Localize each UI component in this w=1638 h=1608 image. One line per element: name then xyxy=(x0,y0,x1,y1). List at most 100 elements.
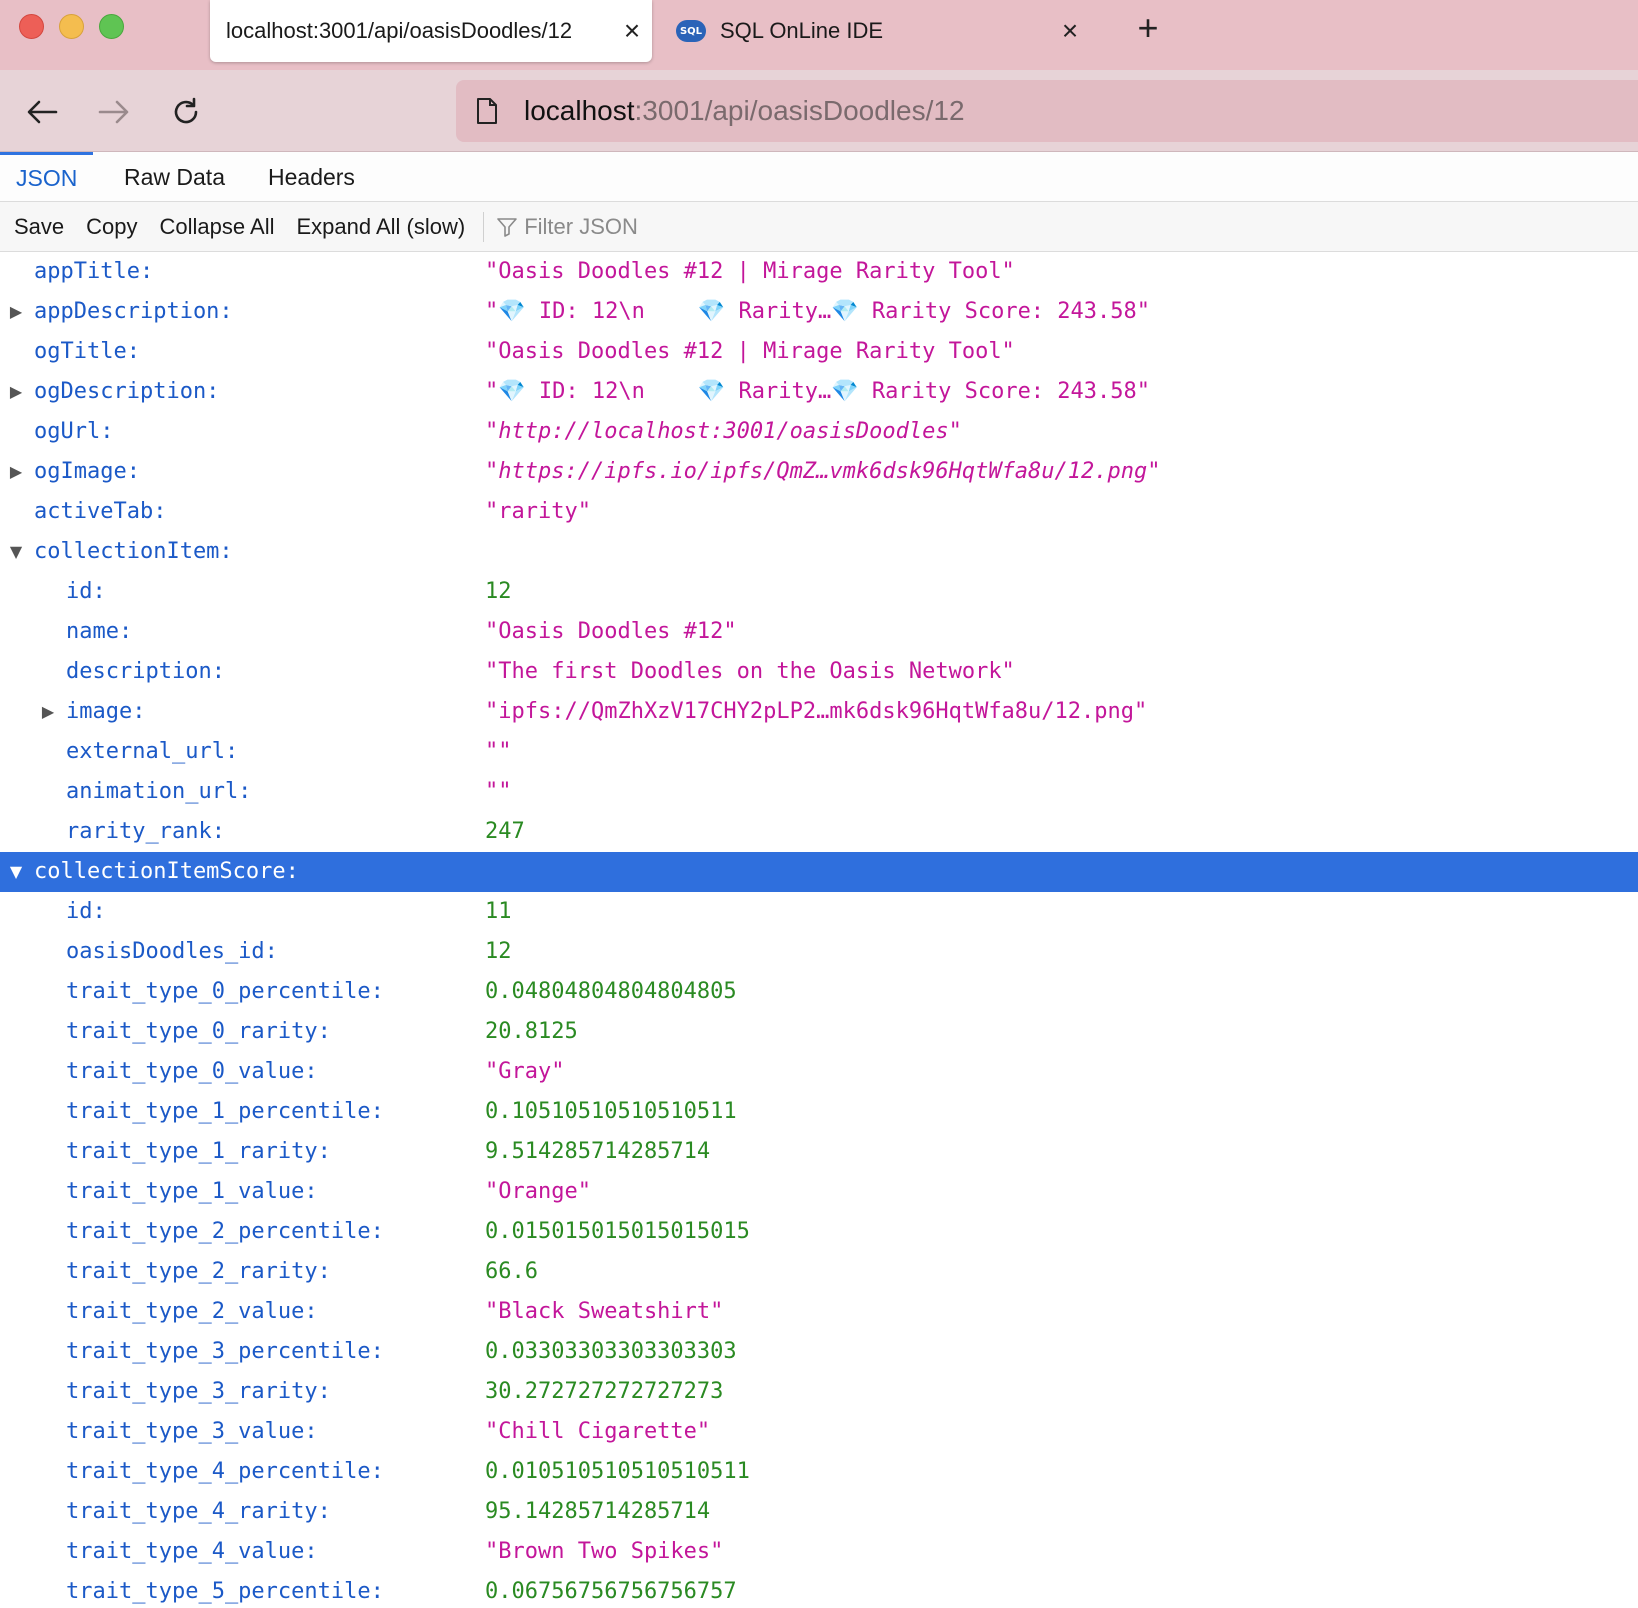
json-value: "" xyxy=(485,739,512,764)
json-value: "Oasis Doodles #12 | Mirage Rarity Tool" xyxy=(485,259,1015,284)
json-row-collectionitemscore[interactable]: ▼ collectionItemScore: xyxy=(0,852,1638,892)
json-row-ogdescription[interactable]: ▶ ogDescription: "💎 ID: 12\n 💎 Rarity…💎 … xyxy=(0,372,1638,412)
json-row[interactable]: trait_type_4_percentile: 0.0105105105105… xyxy=(0,1452,1638,1492)
json-key: external_url: xyxy=(66,739,239,764)
json-row[interactable]: trait_type_1_rarity: 9.514285714285714 xyxy=(0,1132,1638,1172)
json-link[interactable]: https://ipfs.io/ipfs/QmZ…vmk6dsk96HqtWfa… xyxy=(498,459,1147,484)
json-row[interactable]: trait_type_3_rarity: 30.272727272727273 xyxy=(0,1372,1638,1412)
json-key: rarity_rank: xyxy=(66,819,225,844)
json-value: 9.514285714285714 xyxy=(485,1139,711,1164)
json-key: trait_type_3_rarity: xyxy=(66,1379,331,1404)
json-link[interactable]: http://localhost:3001/oasisDoodles xyxy=(498,419,948,444)
tab-raw-data[interactable]: Raw Data xyxy=(108,152,241,202)
json-row[interactable]: trait_type_0_value: "Gray" xyxy=(0,1052,1638,1092)
gem-icon: 💎 xyxy=(697,299,726,324)
gem-icon: 💎 xyxy=(498,379,526,404)
collapse-arrow-icon[interactable]: ▼ xyxy=(6,532,26,572)
json-row[interactable]: rarity_rank: 247 xyxy=(0,812,1638,852)
filter-icon xyxy=(497,217,518,237)
json-row[interactable]: description: "The first Doodles on the O… xyxy=(0,652,1638,692)
json-row[interactable]: oasisDoodles_id: 12 xyxy=(0,932,1638,972)
json-row[interactable]: trait_type_0_rarity: 20.8125 xyxy=(0,1012,1638,1052)
json-value: 11 xyxy=(485,899,512,924)
json-key: name: xyxy=(66,619,133,644)
json-key: id: xyxy=(66,899,106,924)
page-icon xyxy=(477,98,497,124)
json-row[interactable]: trait_type_3_value: "Chill Cigarette" xyxy=(0,1412,1638,1452)
json-row-ogimage[interactable]: ▶ ogImage: "https://ipfs.io/ipfs/QmZ…vmk… xyxy=(0,452,1638,492)
json-key: oasisDoodles_id: xyxy=(66,939,278,964)
json-row[interactable]: id: 12 xyxy=(0,572,1638,612)
json-value: 0.06756756756756757 xyxy=(485,1579,737,1604)
json-key: image: xyxy=(66,699,146,724)
browser-tab-sql-ide[interactable]: SQL SQL OnLine IDE × xyxy=(670,0,1090,62)
tab-json[interactable]: JSON xyxy=(0,152,94,202)
minimize-window-button[interactable] xyxy=(59,14,84,39)
json-value: "Oasis Doodles #12 | Mirage Rarity Tool" xyxy=(485,339,1015,364)
save-button[interactable]: Save xyxy=(14,214,64,240)
json-value: "The first Doodles on the Oasis Network" xyxy=(485,659,1015,684)
close-icon[interactable]: × xyxy=(612,17,652,45)
json-row-activetab[interactable]: activeTab: "rarity" xyxy=(0,492,1638,532)
close-icon[interactable]: × xyxy=(1050,17,1090,45)
json-key: trait_type_0_value: xyxy=(66,1059,318,1084)
json-key: trait_type_2_percentile: xyxy=(66,1219,384,1244)
json-row[interactable]: trait_type_5_percentile: 0.0675675675675… xyxy=(0,1572,1638,1608)
json-key: trait_type_4_rarity: xyxy=(66,1499,331,1524)
json-key: trait_type_5_percentile: xyxy=(66,1579,384,1604)
json-row[interactable]: external_url: "" xyxy=(0,732,1638,772)
expand-all-button[interactable]: Expand All (slow) xyxy=(296,214,465,240)
tab-headers[interactable]: Headers xyxy=(252,152,371,202)
new-tab-plus-icon[interactable]: + xyxy=(1128,8,1168,48)
gem-icon: 💎 xyxy=(831,379,859,404)
json-value: 0.10510510510510511 xyxy=(485,1099,737,1124)
json-row[interactable]: trait_type_1_percentile: 0.1051051051051… xyxy=(0,1092,1638,1132)
json-value: 0.03303303303303303 xyxy=(485,1339,737,1364)
json-value: "Oasis Doodles #12" xyxy=(485,619,737,644)
json-row-collectionitem[interactable]: ▼ collectionItem: xyxy=(0,532,1638,572)
json-row[interactable]: id: 11 xyxy=(0,892,1638,932)
json-row[interactable]: trait_type_2_percentile: 0.0150150150150… xyxy=(0,1212,1638,1252)
json-row[interactable]: trait_type_4_rarity: 95.14285714285714 xyxy=(0,1492,1638,1532)
copy-button[interactable]: Copy xyxy=(86,214,137,240)
filter-json-input[interactable]: Filter JSON xyxy=(496,214,638,240)
forward-arrow-icon[interactable] xyxy=(92,90,136,134)
json-value: "http://localhost:3001/oasisDoodles" xyxy=(485,419,962,444)
json-value: "Orange" xyxy=(485,1179,591,1204)
json-key: trait_type_2_value: xyxy=(66,1299,318,1324)
browser-tab-active[interactable]: localhost:3001/api/oasisDoodles/12 × xyxy=(210,0,652,62)
json-toolbar: Save Copy Collapse All Expand All (slow)… xyxy=(0,202,1638,252)
json-row[interactable]: animation_url: "" xyxy=(0,772,1638,812)
expand-arrow-icon[interactable]: ▶ xyxy=(6,372,26,412)
json-tree: appTitle: "Oasis Doodles #12 | Mirage Ra… xyxy=(0,252,1638,1608)
expand-arrow-icon[interactable]: ▶ xyxy=(6,452,26,492)
json-row-ogurl[interactable]: ogUrl: "http://localhost:3001/oasisDoodl… xyxy=(0,412,1638,452)
json-row[interactable]: trait_type_3_percentile: 0.0330330330330… xyxy=(0,1332,1638,1372)
expand-arrow-icon[interactable]: ▶ xyxy=(38,692,58,732)
json-value: "ipfs://QmZhXzV17CHY2pLP2…mk6dsk96HqtWfa… xyxy=(485,699,1148,724)
gem-icon: 💎 xyxy=(498,299,526,324)
json-key: collectionItemScore: xyxy=(34,859,299,884)
navigation-bar: localhost:3001/api/oasisDoodles/12 xyxy=(0,70,1638,152)
json-row-apptitle[interactable]: appTitle: "Oasis Doodles #12 | Mirage Ra… xyxy=(0,252,1638,292)
json-value: 66.6 xyxy=(485,1259,538,1284)
json-row[interactable]: name: "Oasis Doodles #12" xyxy=(0,612,1638,652)
json-row[interactable]: trait_type_2_rarity: 66.6 xyxy=(0,1252,1638,1292)
json-row[interactable]: trait_type_0_percentile: 0.0480480480480… xyxy=(0,972,1638,1012)
json-row-ogtitle[interactable]: ogTitle: "Oasis Doodles #12 | Mirage Rar… xyxy=(0,332,1638,372)
collapse-arrow-icon[interactable]: ▼ xyxy=(6,852,26,892)
address-bar[interactable]: localhost:3001/api/oasisDoodles/12 xyxy=(456,80,1638,142)
json-key: trait_type_1_rarity: xyxy=(66,1139,331,1164)
close-window-button[interactable] xyxy=(19,14,44,39)
back-arrow-icon[interactable] xyxy=(20,90,64,134)
json-row-appdescription[interactable]: ▶ appDescription: "💎 ID: 12\n 💎 Rarity…💎… xyxy=(0,292,1638,332)
json-row[interactable]: trait_type_1_value: "Orange" xyxy=(0,1172,1638,1212)
reload-icon[interactable] xyxy=(164,90,208,134)
collapse-all-button[interactable]: Collapse All xyxy=(160,214,275,240)
expand-arrow-icon[interactable]: ▶ xyxy=(6,292,26,332)
json-row[interactable]: ▶ image: "ipfs://QmZhXzV17CHY2pLP2…mk6ds… xyxy=(0,692,1638,732)
url-path: :3001/api/oasisDoodles/12 xyxy=(634,95,965,126)
zoom-window-button[interactable] xyxy=(99,14,124,39)
json-row[interactable]: trait_type_2_value: "Black Sweatshirt" xyxy=(0,1292,1638,1332)
json-row[interactable]: trait_type_4_value: "Brown Two Spikes" xyxy=(0,1532,1638,1572)
